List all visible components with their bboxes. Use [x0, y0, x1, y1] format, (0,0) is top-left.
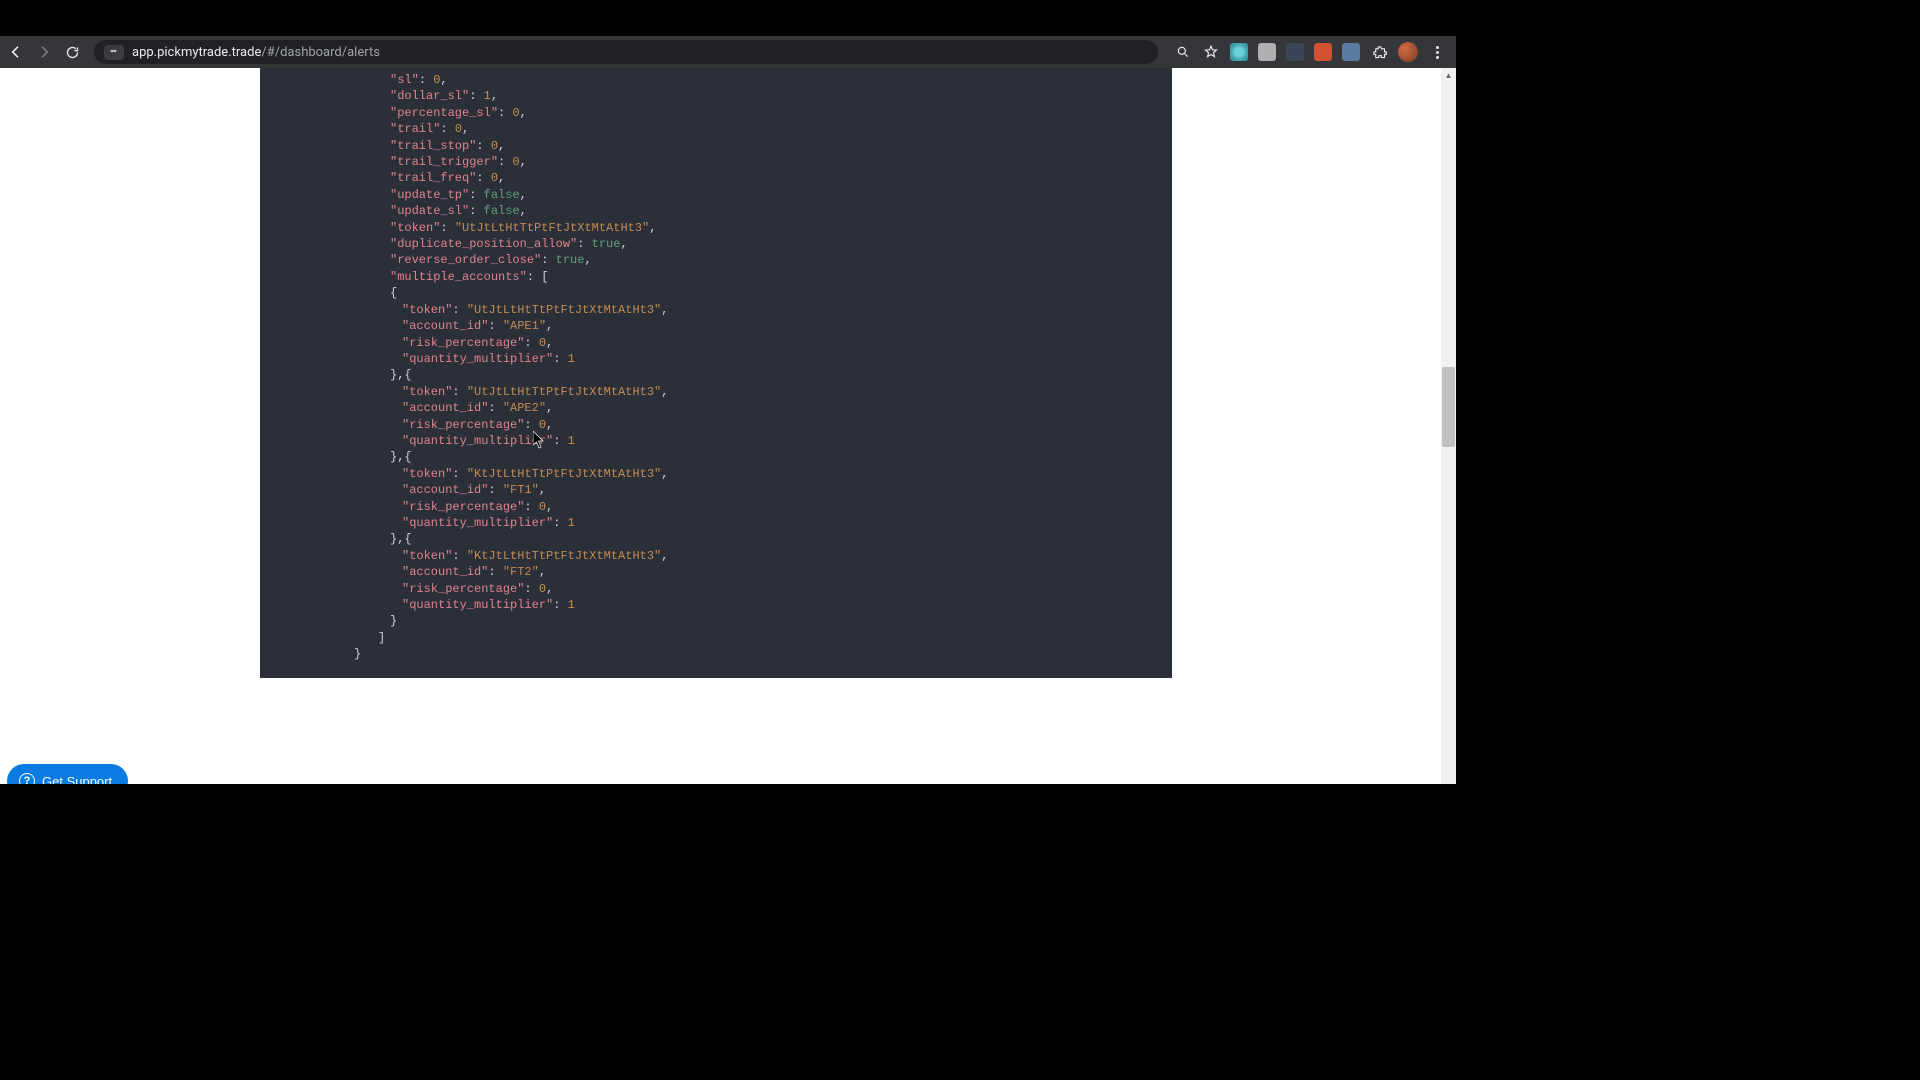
- code-line: "update_sl": false,: [260, 203, 1172, 219]
- code-line: "trail_freq": 0,: [260, 170, 1172, 186]
- bookmark-icon[interactable]: [1202, 43, 1220, 61]
- toolbar-right: [1170, 42, 1450, 62]
- profile-avatar[interactable]: [1398, 42, 1418, 62]
- code-line: "reverse_order_close": true,: [260, 252, 1172, 268]
- code-line: "token": "KtJtLtHtTtPtFtJtXtMtAtHt3",: [260, 548, 1172, 564]
- code-line: "risk_percentage": 0,: [260, 581, 1172, 597]
- code-line: "account_id": "APE1",: [260, 318, 1172, 334]
- page-content: ▲ ▼ "sl": 0, "dollar_sl": 1, "percentage…: [0, 68, 1456, 816]
- code-line: "trail_trigger": 0,: [260, 154, 1172, 170]
- browser-toolbar: app.pickmytrade.trade/#/dashboard/alerts: [0, 36, 1456, 68]
- forward-button[interactable]: [34, 42, 54, 62]
- extension-icon-4[interactable]: [1314, 43, 1332, 61]
- url-display: app.pickmytrade.trade/#/dashboard/alerts: [132, 45, 380, 60]
- code-line: }: [260, 646, 1172, 662]
- scroll-up-arrow[interactable]: ▲: [1441, 68, 1456, 83]
- vertical-scrollbar[interactable]: ▲ ▼: [1441, 68, 1456, 816]
- extensions-puzzle-icon[interactable]: [1370, 43, 1388, 61]
- back-button[interactable]: [6, 42, 26, 62]
- code-line: "quantity_multiplier": 1: [260, 351, 1172, 367]
- browser-menu-icon[interactable]: [1428, 43, 1446, 61]
- extension-icon-1[interactable]: [1230, 43, 1248, 61]
- extension-icon-2[interactable]: [1258, 43, 1276, 61]
- code-line: "percentage_sl": 0,: [260, 105, 1172, 121]
- code-line: "token": "UtJtLtHtTtPtFtJtXtMtAtHt3",: [260, 384, 1172, 400]
- extension-icon-5[interactable]: [1342, 43, 1360, 61]
- code-line: },{: [260, 367, 1172, 383]
- window-bottom-border: [0, 784, 1456, 816]
- browser-tabstrip: [0, 0, 1456, 36]
- code-line: },{: [260, 449, 1172, 465]
- scrollbar-thumb[interactable]: [1442, 367, 1455, 447]
- code-line: "quantity_multiplier": 1: [260, 515, 1172, 531]
- code-line: "account_id": "FT2",: [260, 564, 1172, 580]
- code-line: {: [260, 285, 1172, 301]
- code-line: "trail": 0,: [260, 121, 1172, 137]
- code-line: "duplicate_position_allow": true,: [260, 236, 1172, 252]
- code-line: "multiple_accounts": [: [260, 269, 1172, 285]
- code-line: "account_id": "FT1",: [260, 482, 1172, 498]
- extension-icon-3[interactable]: [1286, 43, 1304, 61]
- code-line: "dollar_sl": 1,: [260, 88, 1172, 104]
- code-line: "update_tp": false,: [260, 187, 1172, 203]
- code-line: "quantity_multiplier": 1: [260, 433, 1172, 449]
- code-line: ]: [260, 630, 1172, 646]
- reload-button[interactable]: [62, 42, 82, 62]
- code-line: "trail_stop": 0,: [260, 138, 1172, 154]
- code-line: "token": "UtJtLtHtTtPtFtJtXtMtAtHt3",: [260, 220, 1172, 236]
- code-line: }: [260, 613, 1172, 629]
- code-line: "risk_percentage": 0,: [260, 335, 1172, 351]
- site-info-icon[interactable]: [104, 45, 124, 60]
- code-line: "sl": 0,: [260, 72, 1172, 88]
- code-line: "token": "KtJtLtHtTtPtFtJtXtMtAtHt3",: [260, 466, 1172, 482]
- code-line: "quantity_multiplier": 1: [260, 597, 1172, 613]
- address-bar[interactable]: app.pickmytrade.trade/#/dashboard/alerts: [94, 40, 1158, 64]
- code-line: "risk_percentage": 0,: [260, 499, 1172, 515]
- code-line: "risk_percentage": 0,: [260, 417, 1172, 433]
- code-line: "account_id": "APE2",: [260, 400, 1172, 416]
- code-line: "token": "UtJtLtHtTtPtFtJtXtMtAtHt3",: [260, 302, 1172, 318]
- code-block[interactable]: "sl": 0, "dollar_sl": 1, "percentage_sl"…: [260, 68, 1172, 678]
- code-line: },{: [260, 531, 1172, 547]
- zoom-icon[interactable]: [1174, 43, 1192, 61]
